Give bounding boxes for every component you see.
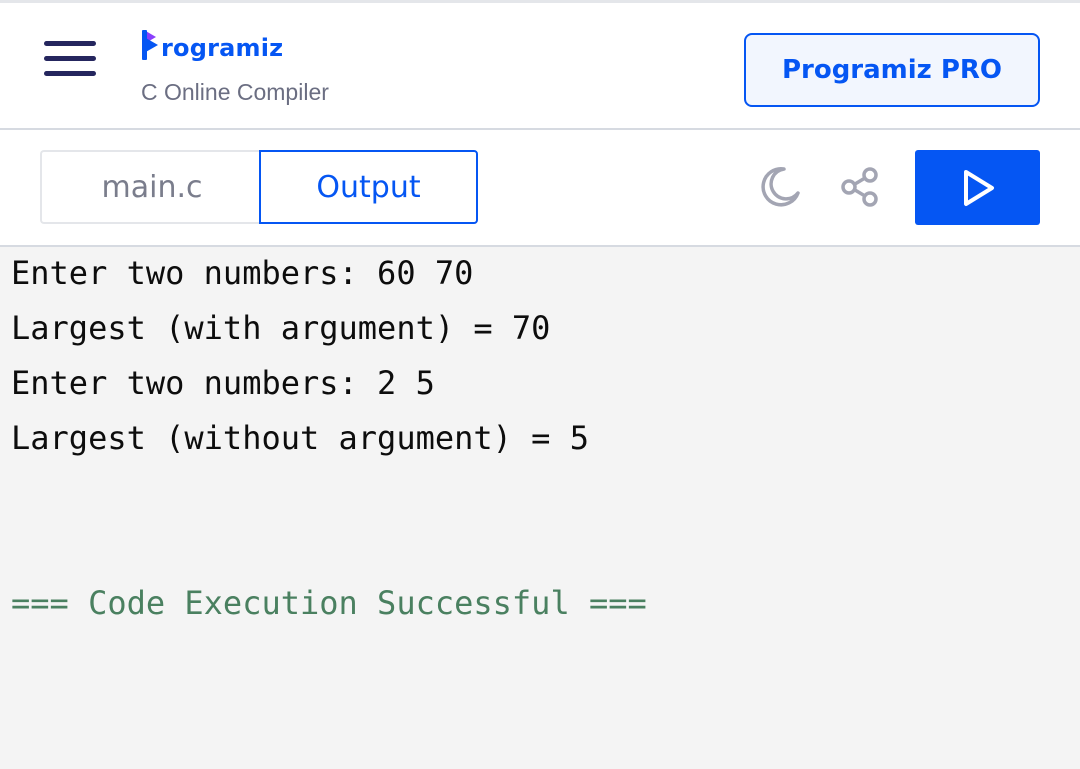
programiz-pro-button[interactable]: Programiz PRO xyxy=(744,33,1040,107)
hamburger-menu-icon[interactable] xyxy=(44,41,96,79)
tab-output[interactable]: Output xyxy=(259,150,478,224)
output-line: Enter two numbers: 2 5 xyxy=(11,364,435,402)
logo-text: rogramiz xyxy=(161,34,284,62)
page-subtitle: C Online Compiler xyxy=(141,79,329,105)
run-button[interactable] xyxy=(915,150,1040,225)
output-panel: Enter two numbers: 60 70 Largest (with a… xyxy=(0,247,1080,769)
editor-toolbar: main.c Output xyxy=(0,130,1080,247)
output-line: Largest (with argument) = 70 xyxy=(11,309,551,347)
output-line: Enter two numbers: 60 70 xyxy=(11,254,474,292)
programiz-logo[interactable]: rogramiz xyxy=(141,21,283,61)
programiz-logo-mark xyxy=(142,30,158,60)
tab-main-c[interactable]: main.c xyxy=(40,150,262,224)
share-icon[interactable] xyxy=(836,163,884,211)
output-line: Largest (without argument) = 5 xyxy=(11,419,589,457)
play-icon xyxy=(963,169,994,206)
execution-status: === Code Execution Successful === xyxy=(11,584,647,622)
app-header: rogramiz C Online Compiler Programiz PRO xyxy=(0,0,1080,130)
moon-icon[interactable] xyxy=(756,163,804,211)
